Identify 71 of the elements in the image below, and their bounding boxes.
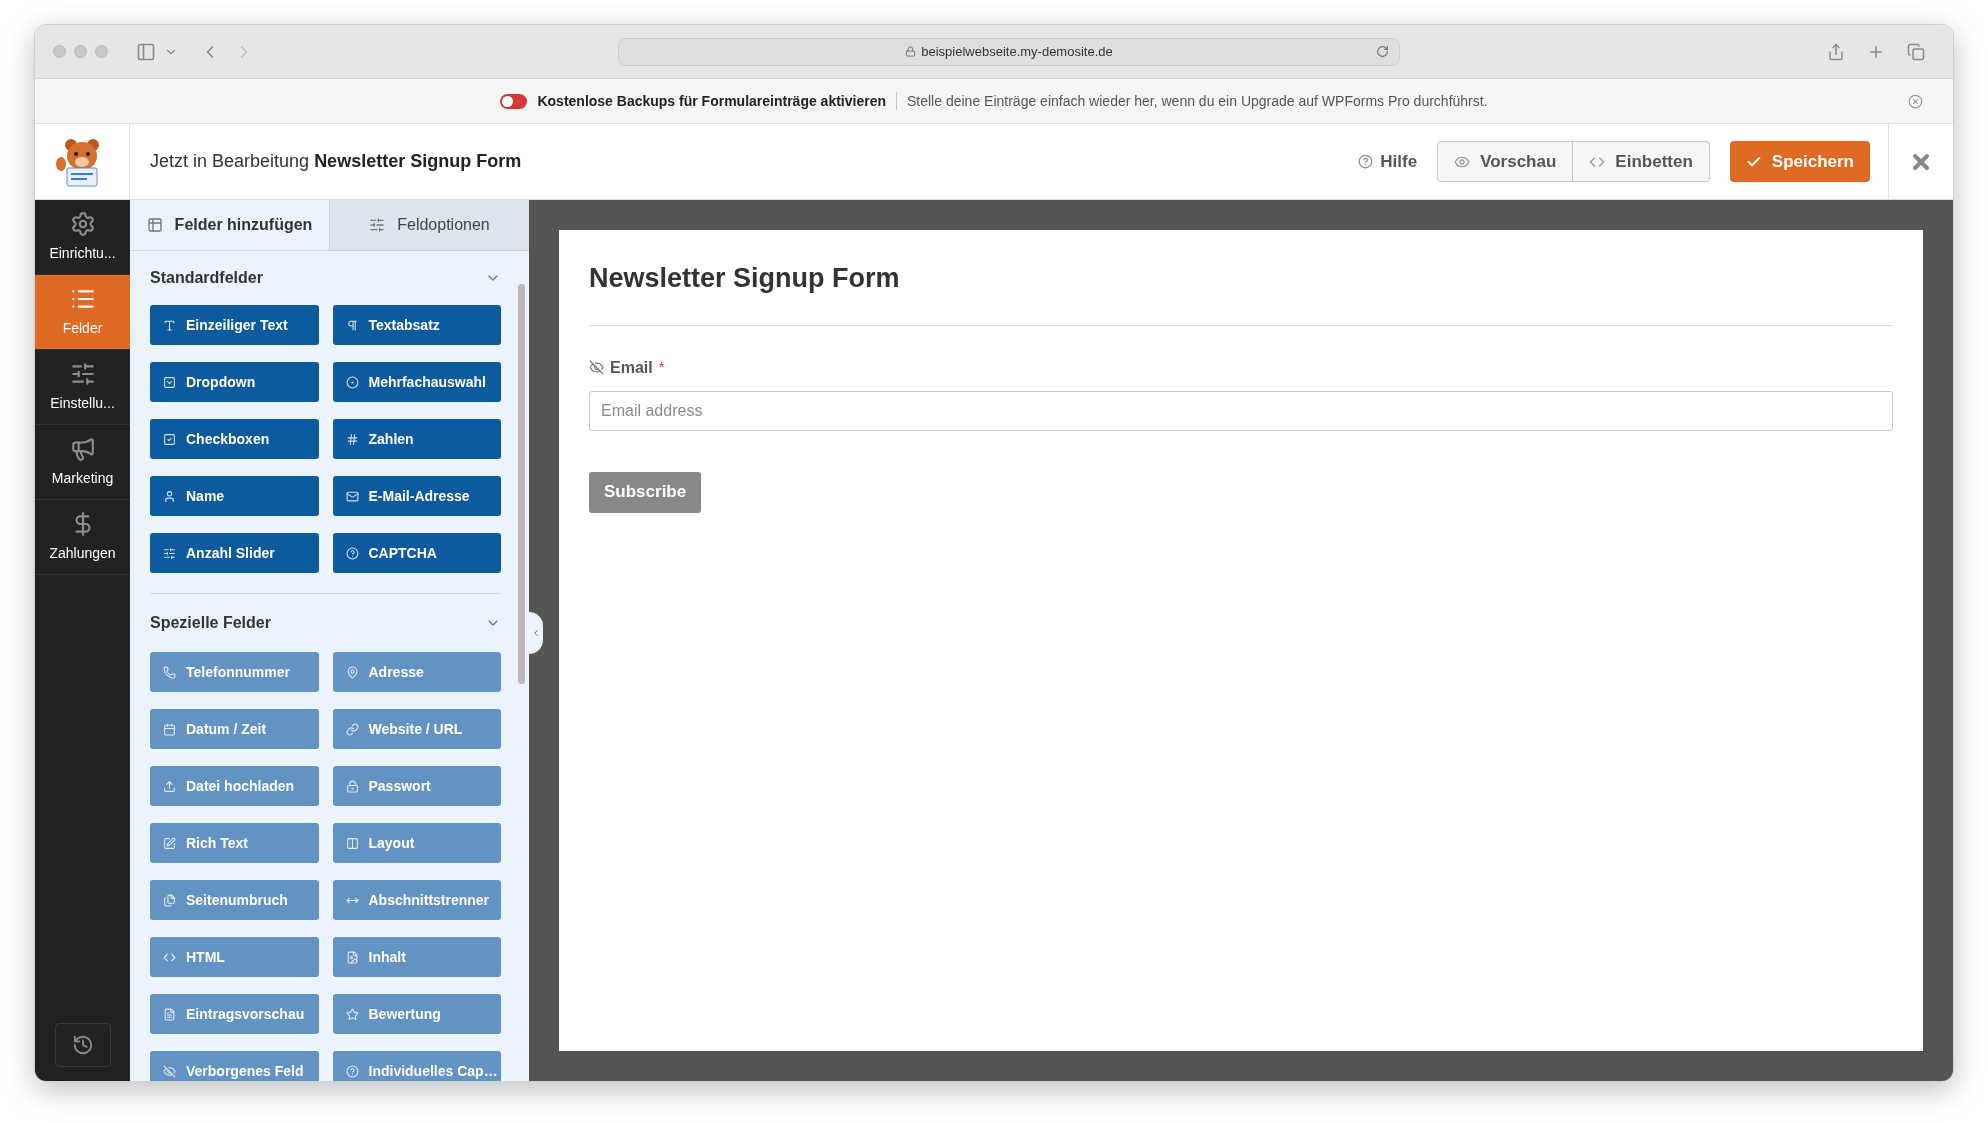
- panel-tab[interactable]: Feldoptionen: [329, 200, 529, 250]
- calendar-icon: [163, 722, 176, 736]
- section-title: Spezielle Felder: [150, 613, 271, 633]
- field-label: Email: [610, 357, 653, 378]
- columns-icon: [345, 836, 359, 850]
- question-icon: [345, 546, 359, 560]
- field-type-button[interactable]: Textabsatz: [332, 305, 501, 345]
- reload-icon[interactable]: [1376, 45, 1389, 58]
- field-type-button[interactable]: Mehrfachauswahl: [332, 362, 501, 402]
- field-type-button[interactable]: E-Mail-Adresse: [332, 476, 501, 516]
- sidebar-toggle-icon[interactable]: [136, 41, 156, 62]
- revisions-button[interactable]: [54, 1023, 111, 1067]
- section-title: Standardfelder: [150, 268, 263, 288]
- notice-message: Stelle deine Einträge einfach wieder her, wenn du ein Upgrade auf WPForms Pro durchführst.: [907, 91, 1488, 111]
- question-icon: [345, 1064, 359, 1078]
- tabs-overview-icon[interactable]: [1907, 42, 1925, 61]
- pages-icon: [163, 893, 176, 907]
- phone-icon: [163, 665, 176, 679]
- image-file-icon: [345, 950, 359, 964]
- field-type-button[interactable]: Checkboxen: [150, 419, 319, 459]
- field-type-button[interactable]: Name: [150, 476, 319, 516]
- dropdown-icon: [163, 375, 176, 389]
- link-icon: [345, 722, 359, 736]
- history-icon: [71, 1034, 94, 1056]
- lock-icon: [905, 46, 917, 57]
- close-icon[interactable]: [1908, 93, 1923, 109]
- gear-icon: [69, 210, 96, 237]
- toggle-switch[interactable]: [500, 93, 528, 109]
- eye-off-icon: [163, 1064, 176, 1078]
- collapse-handle[interactable]: [529, 612, 543, 654]
- subscribe-button[interactable]: Subscribe: [589, 471, 702, 513]
- sliders-icon: [69, 360, 96, 387]
- map-pin-icon: [345, 665, 359, 679]
- help-icon: [1358, 154, 1374, 169]
- window-control[interactable]: [53, 45, 66, 58]
- preview-button[interactable]: Vorschau: [1438, 142, 1573, 181]
- window-control[interactable]: [74, 45, 87, 58]
- megaphone-icon: [69, 435, 96, 462]
- url-text: beispielwebseite.my-demosite.de: [921, 42, 1113, 61]
- editing-title: Jetzt in Bearbeitung Newsletter Signup Form: [150, 150, 522, 173]
- document-icon: [163, 1007, 176, 1021]
- field-type-button[interactable]: Anzahl Slider: [150, 533, 319, 573]
- lock-icon: [345, 779, 359, 793]
- sliders-icon: [163, 546, 176, 560]
- edit-icon: [163, 836, 176, 850]
- text-cursor-icon: [163, 318, 176, 332]
- window-control[interactable]: [95, 45, 108, 58]
- help-button[interactable]: Hilfe: [1358, 148, 1418, 175]
- table-icon: [146, 217, 163, 233]
- field-type-button[interactable]: Zahlen: [332, 419, 501, 459]
- share-icon[interactable]: [1827, 42, 1845, 61]
- required-mark: *: [658, 357, 665, 378]
- email-input[interactable]: Email address: [589, 390, 1893, 431]
- user-icon: [163, 489, 176, 503]
- radio-icon: [345, 375, 359, 389]
- field-type-button[interactable]: Dropdown: [150, 362, 319, 402]
- hash-icon: [345, 432, 359, 446]
- sliders-icon: [369, 217, 386, 233]
- address-bar[interactable]: beispielwebseite.my-demosite.de: [618, 37, 1400, 66]
- form-title: Newsletter Signup Form: [589, 258, 1893, 326]
- field-type-button[interactable]: CAPTCHA: [332, 533, 501, 573]
- field-type-button[interactable]: Einzeiliger Text: [150, 305, 319, 345]
- notice-title: Kostenlose Backups für Formulareinträge aktivieren: [537, 91, 886, 111]
- pilcrow-icon: [345, 318, 359, 332]
- checkbox-icon: [163, 432, 176, 446]
- star-icon: [345, 1007, 359, 1021]
- embed-button[interactable]: Einbetten: [1572, 142, 1709, 181]
- mail-icon: [345, 489, 359, 503]
- chevron-left-icon: [531, 628, 541, 638]
- upload-icon: [163, 779, 176, 793]
- eye-off-icon: [589, 360, 604, 375]
